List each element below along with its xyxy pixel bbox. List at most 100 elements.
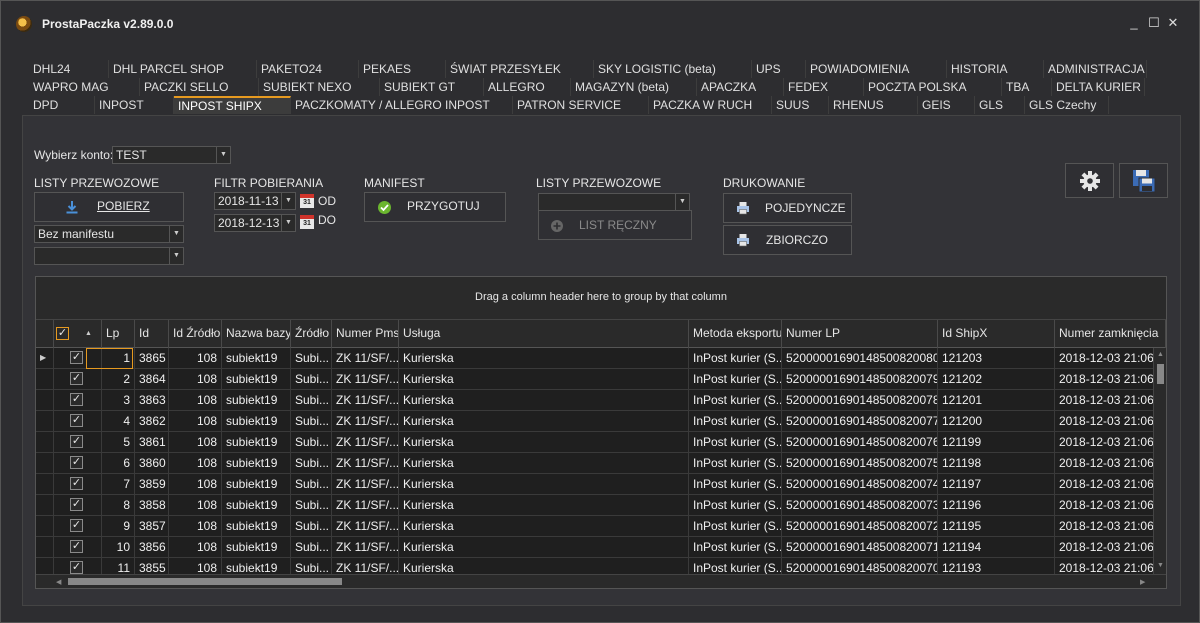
date-to-picker[interactable]: 2018-12-13 ▼ xyxy=(214,214,296,232)
cell-numer-lp[interactable]: 520000016901485008200804 xyxy=(782,348,938,369)
maximize-button[interactable]: ☐ xyxy=(1145,15,1163,31)
cell-numer-pms[interactable]: ZK 11/SF/... xyxy=(332,348,399,369)
horizontal-scrollbar[interactable]: ◀ ▶ xyxy=(36,574,1166,588)
cell-id[interactable]: 3861 xyxy=(135,432,169,453)
cell-usluga[interactable]: Kurierska xyxy=(399,558,689,574)
scroll-up-icon[interactable]: ▲ xyxy=(1157,351,1164,358)
column-header-numer-pms[interactable]: Numer Pms xyxy=(332,320,399,348)
cell-metoda[interactable]: InPost kurier (S... xyxy=(689,369,782,390)
cell-numer-lp[interactable]: 520000016901485008200788 xyxy=(782,390,938,411)
tab-subiekt-nexo[interactable]: SUBIEKT NEXO xyxy=(259,78,380,96)
cell-id-shipx[interactable]: 121201 xyxy=(938,390,1055,411)
cell-numer-lp[interactable]: 520000016901485008200706 xyxy=(782,558,938,574)
cell-numer-lp[interactable]: 520000016901485008200715 xyxy=(782,537,938,558)
download-button[interactable]: POBIERZ xyxy=(34,192,184,222)
tab-powiadomienia[interactable]: POWIADOMIENIA xyxy=(806,60,947,78)
cell-numer-pms[interactable]: ZK 11/SF/... xyxy=(332,453,399,474)
cell-nazwa-bazy[interactable]: subiekt19 xyxy=(222,432,291,453)
cell-id[interactable]: 3860 xyxy=(135,453,169,474)
cell-id[interactable]: 3857 xyxy=(135,516,169,537)
cell-zrodlo[interactable]: Subi... xyxy=(291,453,332,474)
tab-paketo24[interactable]: PAKETO24 xyxy=(257,60,359,78)
cell-id-shipx[interactable]: 121202 xyxy=(938,369,1055,390)
cell-usluga[interactable]: Kurierska xyxy=(399,537,689,558)
column-header-id[interactable]: Id xyxy=(135,320,169,348)
table-row[interactable]: ✓ 6 3860 108 subiekt19 Subi... ZK 11/SF/... Kur… xyxy=(36,453,1153,474)
tab-tba[interactable]: TBA xyxy=(1002,78,1052,96)
column-header-numer-lp[interactable]: Numer LP xyxy=(782,320,938,348)
calendar-icon[interactable]: 31 xyxy=(300,194,314,208)
cell-lp[interactable]: 9 xyxy=(102,516,135,537)
cell-usluga[interactable]: Kurierska xyxy=(399,390,689,411)
table-row[interactable]: ✓ 10 3856 108 subiekt19 Subi... ZK 11/SF/... Ku… xyxy=(36,537,1153,558)
cell-numer-zamkniecia[interactable]: 2018-12-03 21:06 xyxy=(1055,369,1153,390)
cell-numer-zamkniecia[interactable]: 2018-12-03 21:06 xyxy=(1055,453,1153,474)
row-checkbox[interactable]: ✓ xyxy=(70,456,83,469)
cell-numer-lp[interactable]: 520000016901485008200742 xyxy=(782,474,938,495)
cell-numer-zamkniecia[interactable]: 2018-12-03 21:06 xyxy=(1055,537,1153,558)
cell-id[interactable]: 3856 xyxy=(135,537,169,558)
cell-id-zrodlo[interactable]: 108 xyxy=(169,390,222,411)
cell-numer-lp[interactable]: 520000016901485008200724 xyxy=(782,516,938,537)
row-select-cell[interactable]: ✓ xyxy=(54,453,102,474)
cell-metoda[interactable]: InPost kurier (S... xyxy=(689,390,782,411)
cell-nazwa-bazy[interactable]: subiekt19 xyxy=(222,558,291,574)
tab-dhl24[interactable]: DHL24 xyxy=(29,60,109,78)
tab-fedex[interactable]: FEDEX xyxy=(784,78,864,96)
cell-metoda[interactable]: InPost kurier (S... xyxy=(689,474,782,495)
tab-magazyn-beta[interactable]: MAGAZYN (beta) xyxy=(571,78,697,96)
table-row[interactable]: ✓ 11 3855 108 subiekt19 Subi... ZK 11/SF/... Ku… xyxy=(36,558,1153,574)
cell-id-zrodlo[interactable]: 108 xyxy=(169,558,222,574)
secondary-filter-select[interactable]: ▼ xyxy=(34,247,184,265)
table-row[interactable]: ✓ 9 3857 108 subiekt19 Subi... ZK 11/SF/... Kur… xyxy=(36,516,1153,537)
cell-metoda[interactable]: InPost kurier (S... xyxy=(689,432,782,453)
row-select-cell[interactable]: ✓ xyxy=(54,411,102,432)
cell-nazwa-bazy[interactable]: subiekt19 xyxy=(222,495,291,516)
cell-id-shipx[interactable]: 121200 xyxy=(938,411,1055,432)
cell-lp[interactable]: 8 xyxy=(102,495,135,516)
cell-zrodlo[interactable]: Subi... xyxy=(291,369,332,390)
cell-metoda[interactable]: InPost kurier (S... xyxy=(689,348,782,369)
tab-pekaes[interactable]: PEKAES xyxy=(359,60,446,78)
table-row[interactable]: ✓ 2 3864 108 subiekt19 Subi... ZK 11/SF/... Kur… xyxy=(36,369,1153,390)
cell-numer-pms[interactable]: ZK 11/SF/... xyxy=(332,516,399,537)
cell-zrodlo[interactable]: Subi... xyxy=(291,558,332,574)
cell-numer-zamkniecia[interactable]: 2018-12-03 21:06 xyxy=(1055,390,1153,411)
table-row[interactable]: ▶ ✓ 1 3865 108 subiekt19 Subi... ZK 11/SF/... Ku… xyxy=(36,348,1153,369)
cell-id-zrodlo[interactable]: 108 xyxy=(169,432,222,453)
cell-zrodlo[interactable]: Subi... xyxy=(291,537,332,558)
column-header-id-shipx[interactable]: Id ShipX xyxy=(938,320,1055,348)
cell-numer-zamkniecia[interactable]: 2018-12-03 21:06 xyxy=(1055,348,1153,369)
cell-id-zrodlo[interactable]: 108 xyxy=(169,495,222,516)
cell-zrodlo[interactable]: Subi... xyxy=(291,411,332,432)
cell-id-zrodlo[interactable]: 108 xyxy=(169,411,222,432)
row-select-cell[interactable]: ✓ xyxy=(54,432,102,453)
cell-zrodlo[interactable]: Subi... xyxy=(291,390,332,411)
cell-lp[interactable]: 5 xyxy=(102,432,135,453)
cell-numer-lp[interactable]: 520000016901485008200751 xyxy=(782,453,938,474)
tab-delta-kurier[interactable]: DELTA KURIER xyxy=(1052,78,1145,96)
cell-numer-zamkniecia[interactable]: 2018-12-03 21:06 xyxy=(1055,432,1153,453)
manifest-filter-select[interactable]: Bez manifestu ▼ xyxy=(34,225,184,243)
cell-usluga[interactable]: Kurierska xyxy=(399,411,689,432)
waybill-select[interactable]: ▼ xyxy=(538,193,690,211)
cell-usluga[interactable]: Kurierska xyxy=(399,516,689,537)
row-checkbox[interactable]: ✓ xyxy=(70,561,83,574)
cell-id[interactable]: 3864 xyxy=(135,369,169,390)
cell-id[interactable]: 3862 xyxy=(135,411,169,432)
scroll-left-icon[interactable]: ◀ xyxy=(56,578,61,586)
row-checkbox[interactable]: ✓ xyxy=(70,351,83,364)
tab-paczki-sello[interactable]: PACZKI SELLO xyxy=(140,78,259,96)
cell-numer-zamkniecia[interactable]: 2018-12-03 21:06 xyxy=(1055,516,1153,537)
tab-paczka-w-ruch[interactable]: PACZKA W RUCH xyxy=(649,96,772,114)
cell-lp[interactable]: 10 xyxy=(102,537,135,558)
cell-nazwa-bazy[interactable]: subiekt19 xyxy=(222,369,291,390)
cell-id[interactable]: 3858 xyxy=(135,495,169,516)
save-button[interactable] xyxy=(1119,163,1168,198)
cell-numer-zamkniecia[interactable]: 2018-12-03 21:06 xyxy=(1055,558,1153,574)
tab-administracja[interactable]: ADMINISTRACJA xyxy=(1044,60,1147,78)
tab-geis[interactable]: GEIS xyxy=(918,96,975,114)
cell-metoda[interactable]: InPost kurier (S... xyxy=(689,537,782,558)
row-checkbox[interactable]: ✓ xyxy=(70,540,83,553)
cell-usluga[interactable]: Kurierska xyxy=(399,432,689,453)
